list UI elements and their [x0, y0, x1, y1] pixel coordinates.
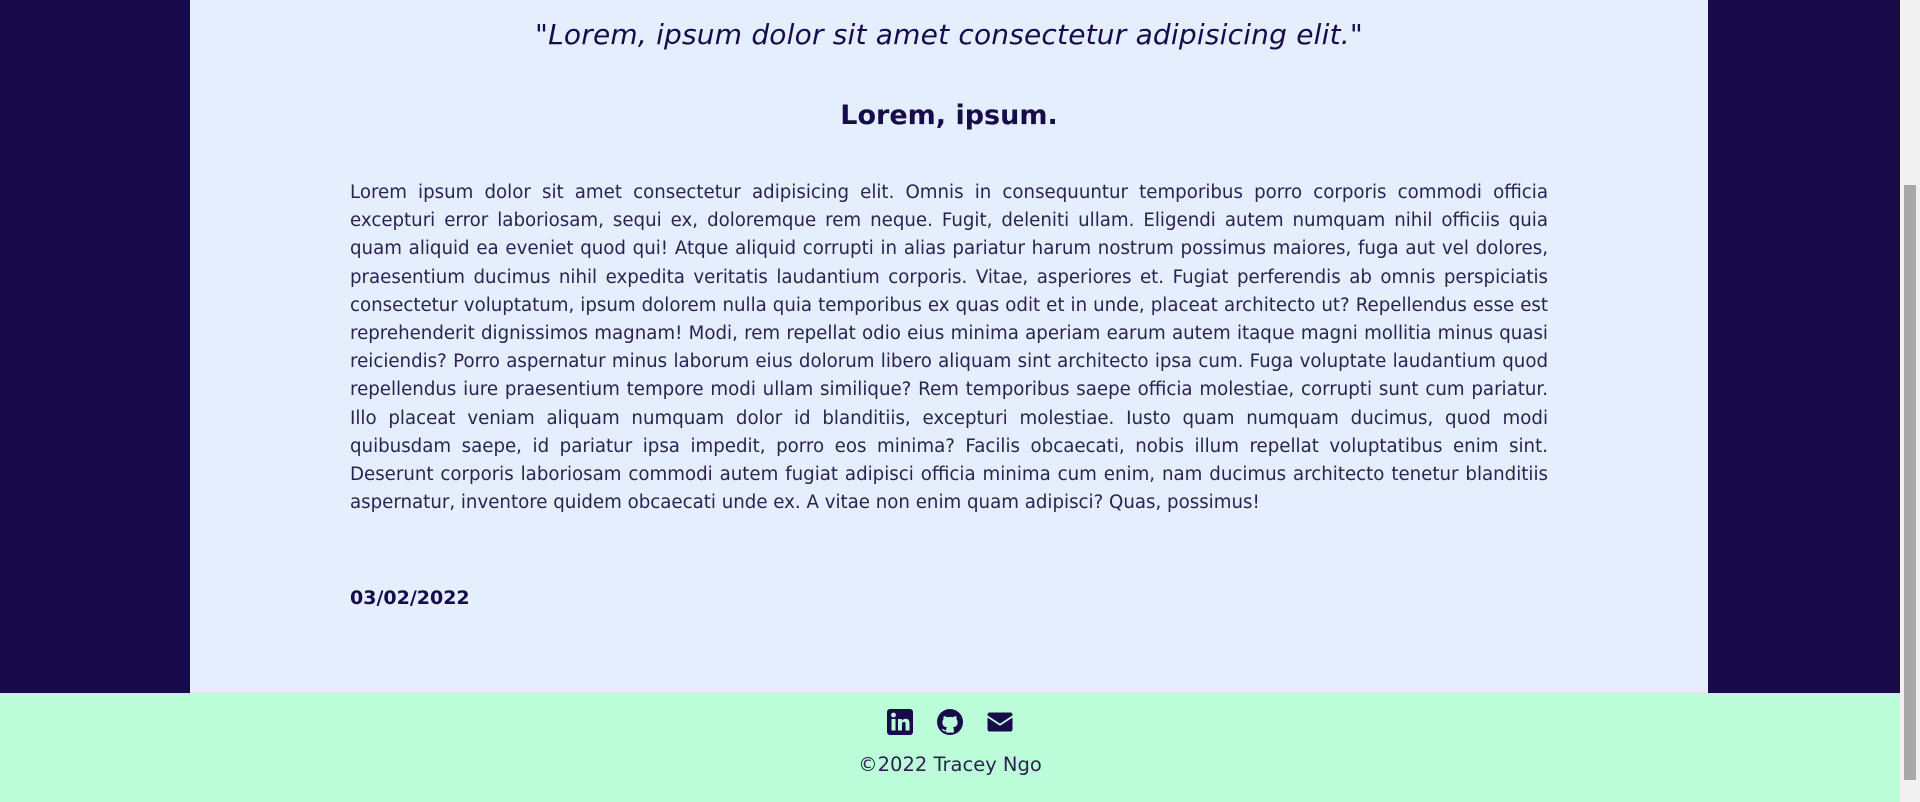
scrollbar-thumb[interactable]: [1904, 185, 1916, 780]
post-body: Lorem ipsum dolor sit amet consectetur a…: [350, 182, 1548, 514]
page: "Lorem, ipsum dolor sit amet consectetur…: [0, 0, 1900, 802]
post-title: Lorem, ipsum.: [840, 100, 1058, 131]
github-icon: [937, 709, 963, 735]
post-date: 03/02/2022: [350, 587, 470, 609]
post-quote: "Lorem, ipsum dolor sit amet consectetur…: [535, 18, 1363, 51]
email-icon: [987, 712, 1013, 732]
email-link[interactable]: [986, 708, 1014, 736]
scrollbar[interactable]: [1900, 0, 1920, 802]
linkedin-link[interactable]: [886, 708, 914, 736]
copyright-text: ©2022 Tracey Ngo: [858, 753, 1042, 776]
content-panel: "Lorem, ipsum dolor sit amet consectetur…: [190, 0, 1708, 693]
linkedin-icon: [887, 709, 913, 735]
social-links: [0, 708, 1900, 736]
footer: ©2022 Tracey Ngo: [0, 693, 1900, 802]
github-link[interactable]: [936, 708, 964, 736]
